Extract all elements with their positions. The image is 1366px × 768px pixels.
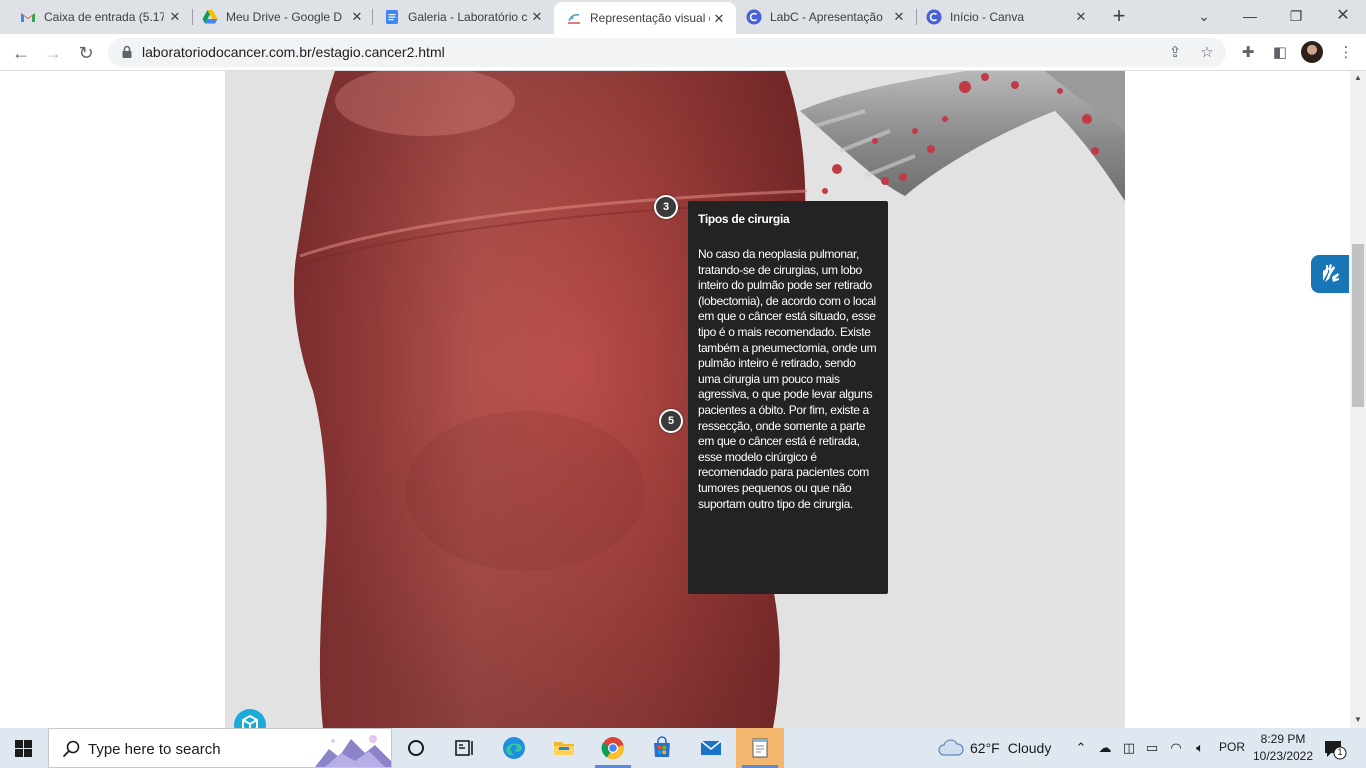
webcam-icon[interactable]: ◫ xyxy=(1119,738,1139,758)
more-menu-icon[interactable]: ⋮ xyxy=(1336,43,1356,63)
close-tab-icon[interactable]: ✕ xyxy=(350,10,364,24)
taskbar-microsoft-store[interactable] xyxy=(638,728,686,768)
labc-page-icon xyxy=(568,13,580,24)
tab-title: LabC - Apresentação xyxy=(770,10,883,24)
windows-taskbar: Type here to search 62°F Cloudy ⌃ ☁ ◫ ▭ … xyxy=(0,728,1366,768)
tab-title: Galeria - Laboratório c xyxy=(408,10,528,24)
weather-temperature: 62°F xyxy=(970,740,1000,756)
taskbar-file-explorer[interactable] xyxy=(540,728,588,768)
sign-language-hands-icon xyxy=(1323,264,1339,282)
hotspot-marker[interactable]: 3 xyxy=(654,195,678,219)
tab-galeria[interactable]: Galeria - Laboratório c ✕ xyxy=(364,0,554,34)
tab-inicio-canva[interactable]: Início - Canva ✕ xyxy=(916,0,1098,34)
lock-icon[interactable] xyxy=(120,45,134,59)
scroll-up-arrow[interactable]: ▲ xyxy=(1350,71,1366,85)
info-tooltip: Tipos de cirurgia No caso da neoplasia p… xyxy=(688,201,888,594)
back-button[interactable]: ← xyxy=(10,42,32,64)
google-drive-icon xyxy=(202,10,218,24)
taskbar-task-view[interactable] xyxy=(392,728,440,768)
google-docs-icon xyxy=(386,10,398,24)
bookmark-star-icon[interactable]: ☆ xyxy=(1198,44,1216,62)
vlibras-accessibility-button[interactable] xyxy=(1311,255,1349,293)
taskbar-chrome[interactable] xyxy=(589,728,637,768)
search-highlight-illustration-icon[interactable] xyxy=(315,731,391,767)
notification-icon xyxy=(1325,741,1347,760)
input-language-indicator[interactable]: POR xyxy=(1219,740,1245,754)
close-tab-icon[interactable]: ✕ xyxy=(1074,10,1088,24)
tooltip-body: No caso da neoplasia pulmonar, tratando-… xyxy=(698,247,877,511)
file-explorer-icon xyxy=(554,742,574,755)
address-url: laboratoriodocancer.com.br/estagio.cance… xyxy=(142,44,445,60)
notification-center-button[interactable]: 1 xyxy=(1323,738,1347,760)
close-window-button[interactable]: ✕ xyxy=(1333,6,1353,26)
extensions-icon[interactable]: ✚ xyxy=(1238,43,1258,63)
taskbar-edge[interactable] xyxy=(490,728,538,768)
volume-icon[interactable]: 🔈︎ xyxy=(1190,738,1210,758)
reload-button[interactable]: ↻ xyxy=(75,42,97,64)
search-placeholder: Type here to search xyxy=(88,741,221,758)
lung-3d-model[interactable] xyxy=(225,71,1125,728)
side-panel-icon[interactable]: ◧ xyxy=(1270,43,1290,63)
profile-avatar[interactable] xyxy=(1301,41,1323,63)
canva-icon xyxy=(746,9,762,25)
sketchfab-logo-icon[interactable] xyxy=(234,709,266,728)
onedrive-cloud-icon[interactable]: ☁ xyxy=(1095,738,1115,758)
cortana-circle-icon xyxy=(408,740,424,756)
tab-representacao-visual[interactable]: Representação visual d ✕ xyxy=(554,2,736,34)
show-hidden-icons-chevron-icon[interactable]: ⌃ xyxy=(1071,738,1091,758)
chrome-icon xyxy=(601,737,625,760)
share-icon[interactable]: ⇪ xyxy=(1166,44,1184,62)
browser-toolbar: ← → ↻ laboratoriodocancer.com.br/estagio… xyxy=(0,34,1366,71)
tab-labc-apresentacao[interactable]: LabC - Apresentação ✕ xyxy=(736,0,916,34)
battery-icon[interactable]: ▭ xyxy=(1142,738,1162,758)
taskbar-notepad[interactable] xyxy=(736,728,784,768)
taskbar-weather[interactable]: 62°F Cloudy xyxy=(938,728,1051,768)
forward-button[interactable]: → xyxy=(42,42,64,64)
notepad-icon xyxy=(752,738,768,758)
close-tab-icon[interactable]: ✕ xyxy=(530,10,544,24)
taskbar-widgets[interactable] xyxy=(440,728,488,768)
new-tab-button[interactable]: + xyxy=(1109,5,1129,27)
tab-title: Meu Drive - Google D xyxy=(226,10,343,24)
gmail-icon xyxy=(21,13,35,22)
microsoft-store-icon xyxy=(654,736,670,757)
hotspot-marker[interactable]: 5 xyxy=(659,409,683,433)
close-tab-icon[interactable]: ✕ xyxy=(168,10,182,24)
address-bar[interactable]: laboratoriodocancer.com.br/estagio.cance… xyxy=(108,38,1226,67)
wifi-icon[interactable]: ◠ xyxy=(1166,738,1186,758)
tab-title: Caixa de entrada (5.17 xyxy=(44,10,164,24)
page-viewport: 3 5 Tipos de cirurgia No caso da neoplas… xyxy=(0,71,1350,728)
scrollbar-thumb[interactable] xyxy=(1352,244,1364,407)
scroll-down-arrow[interactable]: ▼ xyxy=(1350,713,1366,727)
cloudy-weather-icon xyxy=(938,739,964,756)
notification-count-badge: 1 xyxy=(1337,747,1343,757)
tab-search-chevron-icon[interactable]: ⌄ xyxy=(1194,6,1214,26)
3d-model-viewer[interactable]: 3 5 Tipos de cirurgia No caso da neoplas… xyxy=(225,71,1125,728)
task-view-icon xyxy=(455,740,473,756)
close-tab-icon[interactable]: ✕ xyxy=(712,12,726,26)
restore-button[interactable]: ❐ xyxy=(1286,6,1306,26)
tab-title: Representação visual d xyxy=(590,11,710,25)
clock-date: 10/23/2022 xyxy=(1252,749,1314,763)
tab-gmail[interactable]: Caixa de entrada (5.17 ✕ xyxy=(0,0,192,34)
tab-title: Início - Canva xyxy=(950,10,1025,24)
search-icon xyxy=(62,740,80,758)
minimize-button[interactable]: — xyxy=(1240,6,1260,26)
clock-time: 8:29 PM xyxy=(1260,732,1306,746)
weather-condition: Cloudy xyxy=(1007,740,1052,756)
tab-google-drive[interactable]: Meu Drive - Google D ✕ xyxy=(182,0,374,34)
tab-strip: Caixa de entrada (5.17 ✕ Meu Drive - Goo… xyxy=(0,0,1366,34)
taskbar-search-box[interactable]: Type here to search xyxy=(48,728,392,768)
tooltip-title: Tipos de cirurgia xyxy=(698,212,790,226)
canva-icon xyxy=(926,9,942,25)
taskbar-mail[interactable] xyxy=(687,728,735,768)
edge-icon xyxy=(503,737,525,759)
taskbar-clock[interactable]: 8:29 PM 10/23/2022 xyxy=(1248,731,1318,765)
mail-icon xyxy=(700,740,722,755)
close-tab-icon[interactable]: ✕ xyxy=(892,10,906,24)
windows-start-icon[interactable] xyxy=(15,740,32,757)
